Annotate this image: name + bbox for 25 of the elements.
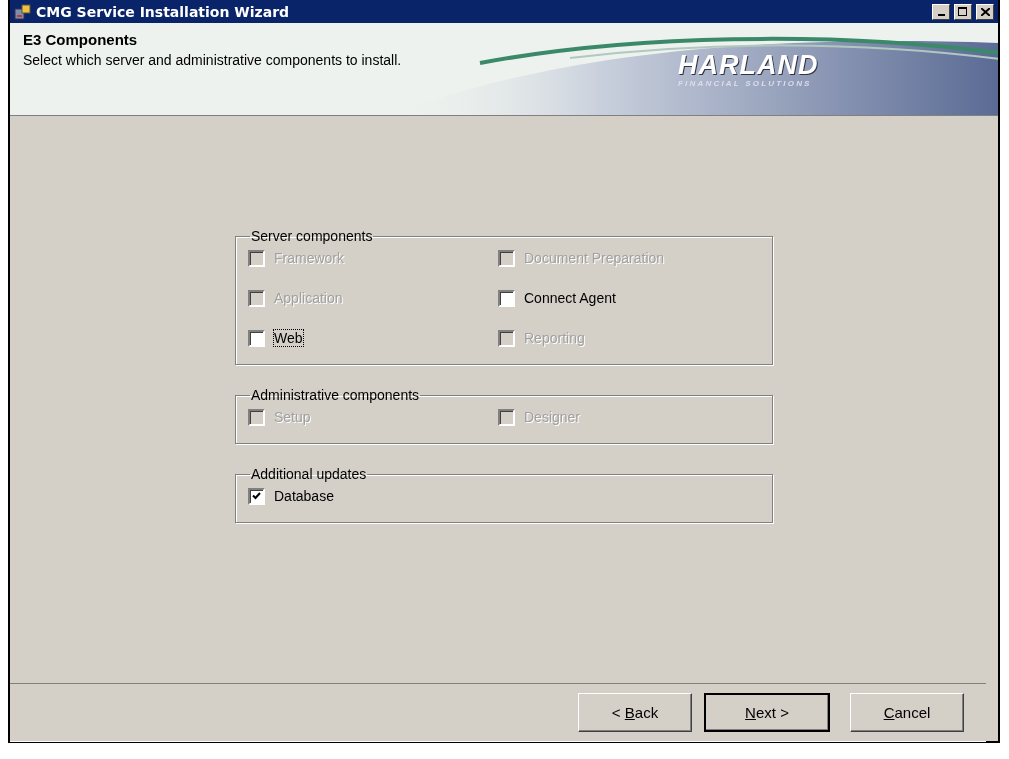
checkbox[interactable] <box>248 487 265 505</box>
minimize-button[interactable] <box>932 3 950 20</box>
group-title: Additional updates <box>250 466 368 482</box>
checkbox[interactable] <box>498 289 515 307</box>
close-icon <box>980 7 990 16</box>
maximize-button[interactable] <box>954 3 972 20</box>
wizard-button[interactable]: < Back <box>578 693 692 732</box>
checkbox-label: Database <box>274 488 334 504</box>
maximize-icon <box>958 7 968 16</box>
installer-icon <box>14 2 32 21</box>
window-title: CMG Service Installation Wizard <box>36 3 291 20</box>
checkbox-label: Connect Agent <box>524 290 616 306</box>
page-title: E3 Components <box>23 31 139 48</box>
minimize-icon <box>937 13 945 16</box>
logo-tagline: FINANCIAL SOLUTIONS <box>678 79 812 88</box>
close-button[interactable] <box>976 3 994 20</box>
logo-name: HARLAND <box>678 51 819 79</box>
group-title: Administrative components <box>250 387 421 403</box>
check-icon <box>252 492 261 500</box>
group-title: Server components <box>250 228 374 244</box>
checkbox[interactable] <box>248 329 265 347</box>
page-subtitle: Select which server and administrative components to install. <box>23 52 402 68</box>
wizard-button[interactable]: Cancel <box>850 693 964 732</box>
checkbox-label: Web <box>274 330 303 346</box>
wizard-button[interactable]: Next > <box>704 693 830 732</box>
